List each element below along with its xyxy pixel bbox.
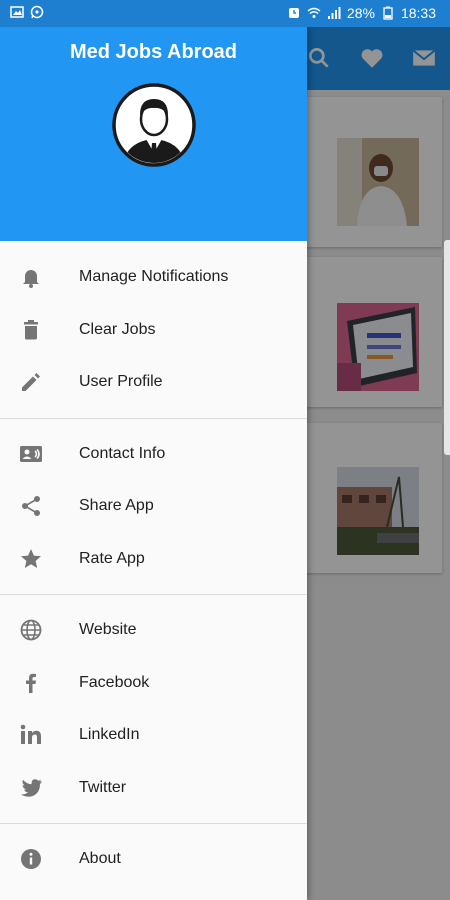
menu-item-label: Twitter <box>79 778 127 796</box>
menu-divider <box>0 594 307 595</box>
app-title: Med Jobs Abroad <box>69 41 238 63</box>
share-icon <box>22 496 40 516</box>
menu-item-about[interactable]: About <box>0 833 307 886</box>
contact-card-icon <box>20 445 42 462</box>
menu-item-label: About <box>79 850 121 868</box>
menu-item-label: Facebook <box>79 673 150 691</box>
twitter-icon <box>21 778 42 797</box>
menu-item-manage-notifications[interactable]: Manage Notifications <box>0 251 307 304</box>
facebook-icon <box>26 673 36 693</box>
globe-icon <box>20 619 42 641</box>
wifi-icon <box>307 7 321 18</box>
navigation-drawer: Med Jobs Abroad Manage Notifications Cle… <box>0 27 307 900</box>
menu-item-label: Manage Notifications <box>79 268 229 286</box>
scrollbar[interactable] <box>444 240 450 455</box>
menu-item-facebook[interactable]: Facebook <box>0 657 307 710</box>
menu-item-rate-app[interactable]: Rate App <box>0 533 307 586</box>
info-icon <box>21 849 41 869</box>
signal-icon <box>327 7 341 19</box>
avatar-icon[interactable] <box>112 83 196 167</box>
menu-item-clear-jobs[interactable]: Clear Jobs <box>0 304 307 357</box>
menu-divider <box>0 417 307 419</box>
trash-icon <box>24 319 38 339</box>
bell-icon <box>23 270 39 288</box>
menu-divider <box>0 823 307 824</box>
gallery-notification-icon <box>10 6 24 18</box>
battery-percentage: 28% <box>346 5 375 21</box>
menu-item-twitter[interactable]: Twitter <box>0 762 307 815</box>
menu-item-label: User Profile <box>79 373 163 391</box>
alarm-icon <box>288 8 299 18</box>
drawer-header: Med Jobs Abroad <box>0 27 307 241</box>
menu-item-label: Contact Info <box>79 444 166 462</box>
menu-item-label: Website <box>79 621 137 639</box>
menu-item-share-app[interactable]: Share App <box>0 480 307 533</box>
drawer-menu: Manage Notifications Clear Jobs User Pro… <box>0 251 307 886</box>
star-icon <box>21 548 41 568</box>
status-bar: 28% 18:33 <box>0 0 450 27</box>
menu-item-user-profile[interactable]: User Profile <box>0 356 307 409</box>
menu-item-linkedin[interactable]: LinkedIn <box>0 709 307 762</box>
menu-item-label: Clear Jobs <box>79 320 156 338</box>
battery-icon <box>383 6 393 20</box>
menu-item-contact-info[interactable]: Contact Info <box>0 428 307 481</box>
pencil-icon <box>22 373 40 391</box>
menu-item-website[interactable]: Website <box>0 604 307 657</box>
menu-item-label: Share App <box>79 497 154 515</box>
menu-item-label: LinkedIn <box>79 726 140 744</box>
whatsapp-notification-icon <box>30 5 44 19</box>
clock: 18:33 <box>400 5 436 21</box>
menu-item-label: Rate App <box>79 549 145 567</box>
linkedin-icon <box>20 724 41 744</box>
